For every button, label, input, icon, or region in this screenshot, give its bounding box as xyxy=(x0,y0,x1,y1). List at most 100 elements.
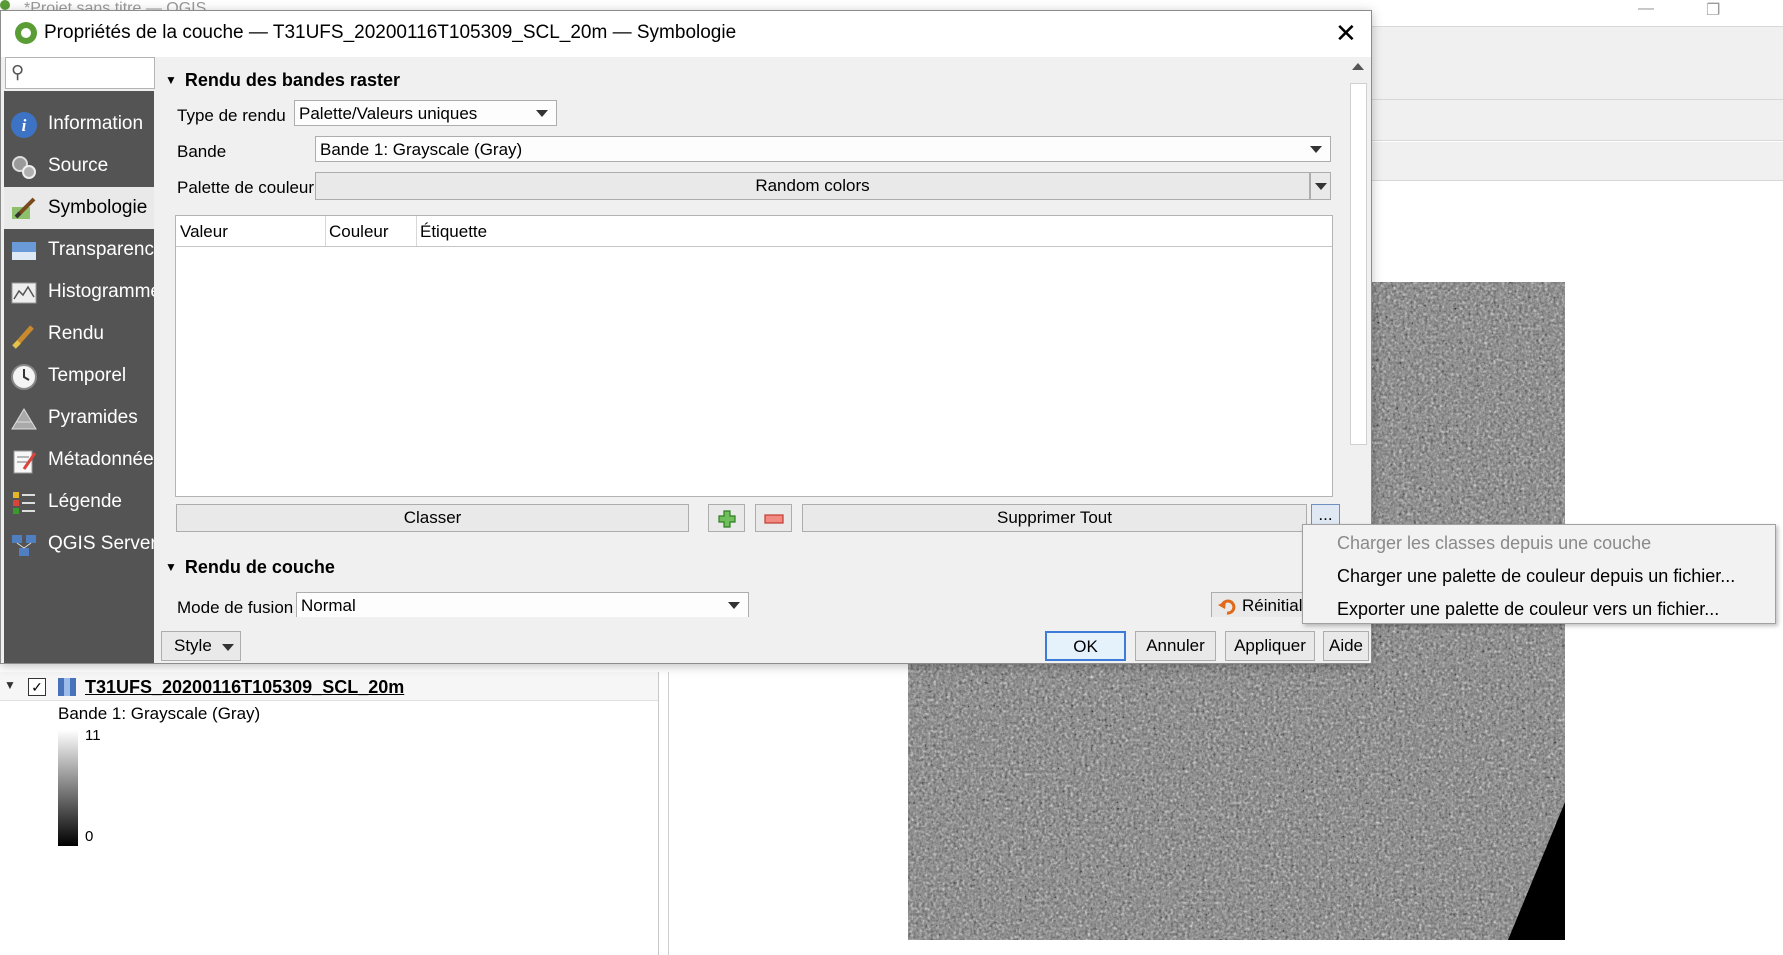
scroll-up-icon[interactable] xyxy=(1352,63,1364,70)
sidebar-item-label: Légende xyxy=(48,491,122,512)
menu-item-load-palette-from-file[interactable]: Charger une palette de couleur depuis un… xyxy=(1337,566,1735,587)
close-icon[interactable]: ✕ xyxy=(1335,18,1357,49)
transparency-icon xyxy=(12,242,36,260)
layer-name[interactable]: T31UFS_20200116T105309_SCL_20m xyxy=(85,677,404,698)
sidebar-item-legend[interactable]: Légende xyxy=(4,481,154,523)
column-header-value[interactable]: Valeur xyxy=(180,222,228,242)
metadata-icon xyxy=(13,450,37,474)
plus-icon xyxy=(718,510,736,528)
section-title: Rendu de couche xyxy=(184,557,335,577)
sidebar-item-qgis-server[interactable]: QGIS Server xyxy=(4,523,154,565)
sidebar-item-label: Symbologie xyxy=(48,197,148,218)
apply-button[interactable]: Appliquer xyxy=(1225,631,1315,661)
raster-layer-icon xyxy=(58,678,76,696)
legend-icon xyxy=(13,492,35,514)
chevron-down-icon xyxy=(1315,183,1327,190)
clock-icon xyxy=(11,364,37,390)
legend-max-value: 11 xyxy=(85,727,101,744)
band-label: Bande xyxy=(177,142,227,161)
qgis-icon xyxy=(15,22,37,44)
sidebar-item-metadata[interactable]: Métadonnées xyxy=(4,439,154,481)
toolbar-area xyxy=(1370,142,1783,181)
source-icon xyxy=(12,156,36,179)
dialog-title: Propriétés de la couche — T31UFS_2020011… xyxy=(44,22,737,43)
grayscale-ramp xyxy=(58,730,78,846)
ok-button[interactable]: OK xyxy=(1045,631,1126,661)
column-header-color[interactable]: Couleur xyxy=(329,222,389,242)
classify-button[interactable]: Classer xyxy=(176,504,689,532)
search-icon: ⚲ xyxy=(11,62,25,82)
delete-all-button[interactable]: Supprimer Tout xyxy=(802,504,1307,532)
layer-properties-dialog: Propriétés de la couche — T31UFS_2020011… xyxy=(0,10,1372,664)
sidebar-item-pyramids[interactable]: Pyramides xyxy=(4,397,154,439)
add-class-button[interactable] xyxy=(708,504,745,532)
scrollbar-thumb[interactable] xyxy=(1350,83,1367,445)
menu-item-load-classes-from-layer: Charger les classes depuis une couche xyxy=(1337,533,1652,553)
cancel-button[interactable]: Annuler xyxy=(1135,631,1216,661)
legend-min-value: 0 xyxy=(85,828,94,845)
color-palette-dropdown[interactable] xyxy=(1310,172,1331,200)
palette-table[interactable]: Valeur Couleur Étiquette xyxy=(175,215,1333,497)
table-header: Valeur Couleur Étiquette xyxy=(176,216,1332,247)
sidebar-item-rendering[interactable]: Rendu xyxy=(4,313,154,355)
restore-button[interactable]: ❐ xyxy=(1706,0,1720,20)
svg-text:i: i xyxy=(22,116,27,135)
layer-visibility-checkbox[interactable]: ✓ xyxy=(28,678,46,696)
chevron-down-icon xyxy=(536,110,548,117)
sidebar-item-source[interactable]: Source xyxy=(4,145,154,187)
sidebar-item-transparency[interactable]: Transparence xyxy=(4,229,154,271)
column-divider xyxy=(416,216,417,246)
section-title: Rendu des bandes raster xyxy=(184,70,400,90)
toolbar-area xyxy=(1370,100,1783,141)
band-select[interactable]: Bande 1: Grayscale (Gray) xyxy=(315,136,1331,162)
column-header-label[interactable]: Étiquette xyxy=(420,222,487,242)
sidebar-item-temporal[interactable]: Temporel xyxy=(4,355,154,397)
sidebar-item-label: Métadonnées xyxy=(48,449,154,470)
search-input[interactable] xyxy=(5,57,155,89)
menu-item-export-palette-to-file[interactable]: Exporter une palette de couleur vers un … xyxy=(1337,599,1719,620)
chevron-down-icon xyxy=(728,602,740,609)
sidebar-item-label: Histogramme xyxy=(48,281,154,302)
panel-splitter[interactable] xyxy=(668,672,669,955)
collapse-arrow-icon: ▼ xyxy=(165,73,177,87)
undo-icon xyxy=(1218,599,1236,615)
sidebar-item-label: Temporel xyxy=(48,365,127,386)
sidebar-item-label: Transparence xyxy=(48,239,154,260)
server-icon xyxy=(12,535,36,556)
rendering-icon xyxy=(12,325,34,349)
chevron-down-icon xyxy=(222,644,234,651)
collapse-arrow-icon[interactable]: ▼ xyxy=(4,678,16,692)
more-options-menu: Charger les classes depuis une couche Ch… xyxy=(1302,524,1776,624)
blend-mode-value: Normal xyxy=(301,596,356,615)
blend-mode-select[interactable]: Normal xyxy=(296,592,749,617)
pyramids-icon xyxy=(11,408,37,430)
sidebar-item-label: Pyramides xyxy=(48,407,138,428)
qgis-logo-icon xyxy=(0,0,10,10)
sidebar-item-symbology[interactable]: Symbologie xyxy=(4,187,154,229)
raster-band-rendering-header[interactable]: ▼ Rendu des bandes raster xyxy=(165,70,400,91)
symbology-icon xyxy=(12,197,36,219)
chevron-down-icon xyxy=(1310,146,1322,153)
render-type-value: Palette/Valeurs uniques xyxy=(299,104,478,123)
color-palette-label: Palette de couleur xyxy=(177,178,315,197)
style-menu-button[interactable]: Style xyxy=(161,631,241,661)
minus-icon xyxy=(764,514,784,524)
style-button-label: Style xyxy=(174,636,212,655)
sidebar-item-label: Rendu xyxy=(48,323,104,344)
remove-class-button[interactable] xyxy=(755,504,792,532)
help-button[interactable]: Aide xyxy=(1323,631,1369,661)
histogram-icon xyxy=(11,282,37,304)
color-palette-button[interactable]: Random colors xyxy=(315,172,1310,200)
minimize-button[interactable]: — xyxy=(1638,0,1654,18)
sidebar-item-histogram[interactable]: Histogramme xyxy=(4,271,154,313)
info-icon: i xyxy=(11,112,37,138)
render-type-select[interactable]: Palette/Valeurs uniques xyxy=(294,100,557,126)
collapse-arrow-icon: ▼ xyxy=(165,560,177,574)
sidebar-item-label: QGIS Server xyxy=(48,533,154,554)
sidebar-item-information[interactable]: i Information xyxy=(4,103,154,145)
layer-rendering-header[interactable]: ▼ Rendu de couche xyxy=(165,557,335,578)
toolbar-area xyxy=(1370,26,1783,100)
sidebar-item-label: Source xyxy=(48,155,109,176)
layer-band-label: Bande 1: Grayscale (Gray) xyxy=(58,704,261,723)
sidebar-item-label: Information xyxy=(48,113,144,134)
